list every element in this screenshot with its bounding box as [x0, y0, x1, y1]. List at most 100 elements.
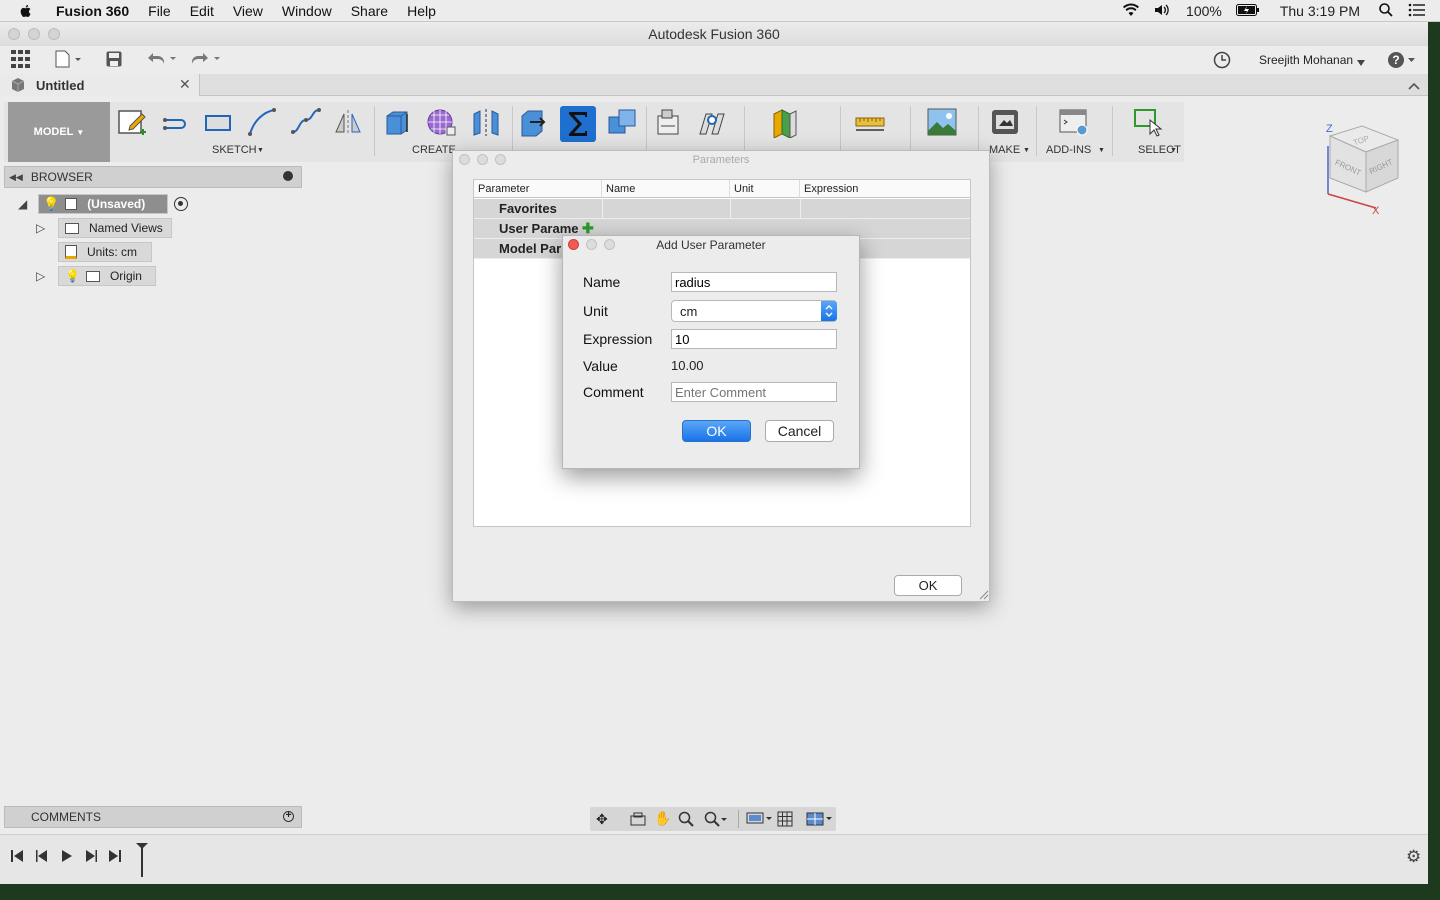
save-icon[interactable] [106, 51, 122, 70]
orbit-icon[interactable]: ✥ [596, 811, 608, 828]
job-status-clock-icon[interactable] [1213, 51, 1231, 72]
zoom-icon[interactable] [678, 811, 694, 830]
line-tool-icon[interactable] [159, 106, 191, 138]
workspace-switcher-model[interactable]: MODEL ▼ [8, 102, 110, 162]
root-component-chip[interactable]: 💡 (Unsaved) [38, 194, 168, 214]
go-to-start-icon[interactable] [10, 849, 24, 866]
user-account-menu[interactable]: Sreejith Mohanan [1259, 53, 1353, 67]
sketch-group-chevron-icon[interactable]: ▼ [257, 147, 264, 154]
spline-tool-icon[interactable] [290, 106, 322, 138]
menu-help[interactable]: Help [407, 3, 436, 19]
create-sketch-icon[interactable] [116, 106, 148, 138]
close-tab-icon[interactable]: ✕ [179, 76, 191, 93]
select-stepper-icon[interactable] [821, 301, 837, 321]
extrude-icon[interactable] [381, 106, 413, 138]
resize-grip-icon[interactable] [979, 589, 989, 603]
browser-root-row[interactable]: ◢ 💡 (Unsaved) [18, 194, 188, 214]
window-close-button[interactable] [8, 28, 20, 40]
pan-hand-icon[interactable]: ✋ [654, 810, 671, 827]
look-at-icon[interactable] [630, 812, 646, 829]
scripts-addins-icon[interactable] [1058, 106, 1090, 138]
undo-icon[interactable] [146, 52, 178, 69]
display-settings-icon[interactable] [746, 811, 774, 830]
data-panel-grid-icon[interactable] [11, 50, 31, 71]
3d-print-icon[interactable] [989, 106, 1021, 138]
menu-app-name[interactable]: Fusion 360 [56, 3, 129, 19]
named-views-chip[interactable]: Named Views [58, 218, 172, 238]
browser-minimize-icon[interactable] [283, 171, 293, 181]
make-group-label[interactable]: MAKE [989, 144, 1020, 156]
tree-collapsed-triangle-icon[interactable]: ▷ [36, 269, 58, 283]
play-icon[interactable] [60, 849, 74, 866]
grid-settings-icon[interactable] [777, 811, 793, 830]
view-cube[interactable]: TOP FRONT RIGHT Z X [1318, 116, 1408, 217]
menu-edit[interactable]: Edit [190, 3, 214, 19]
clock[interactable]: Thu 3:19 PM [1280, 3, 1360, 19]
spotlight-icon[interactable] [1378, 2, 1394, 21]
insert-image-icon[interactable] [926, 106, 958, 138]
select-chevron-icon[interactable]: ▼ [1170, 147, 1177, 154]
make-chevron-icon[interactable]: ▼ [1023, 147, 1030, 154]
addins-chevron-icon[interactable]: ▼ [1098, 147, 1105, 154]
tree-collapsed-triangle-icon[interactable]: ▷ [36, 221, 58, 235]
volume-icon[interactable] [1154, 3, 1172, 20]
aup-cancel-button[interactable]: Cancel [765, 420, 834, 442]
press-pull-icon[interactable] [518, 106, 550, 138]
wifi-icon[interactable] [1122, 3, 1140, 20]
fit-zoom-icon[interactable] [704, 811, 728, 830]
expression-field[interactable] [671, 329, 837, 349]
collapse-toolbar-chevron-icon[interactable] [1408, 79, 1420, 93]
addins-group-label[interactable]: ADD-INS [1046, 144, 1091, 156]
notification-center-icon[interactable] [1408, 3, 1426, 20]
step-back-icon[interactable] [35, 849, 49, 866]
menu-file[interactable]: File [148, 3, 171, 19]
sketch-group-label[interactable]: SKETCH [212, 144, 257, 156]
menu-window[interactable]: Window [282, 3, 332, 19]
create-group-label[interactable]: CREATE [412, 144, 456, 156]
arc-tool-icon[interactable] [246, 106, 278, 138]
form-sculpt-icon[interactable] [425, 106, 457, 138]
viewports-icon[interactable] [806, 811, 834, 830]
units-chip[interactable]: Units: cm [58, 242, 152, 262]
column-header-unit[interactable]: Unit [730, 180, 800, 198]
table-row-favorites[interactable]: Favorites [474, 199, 970, 219]
apple-icon[interactable] [18, 3, 34, 19]
offset-plane-icon[interactable] [768, 106, 800, 139]
browser-item-origin[interactable]: ▷ 💡 Origin [36, 266, 156, 286]
mirror-body-icon[interactable] [470, 106, 502, 138]
unit-select[interactable]: cm [671, 300, 837, 322]
parameters-ok-button[interactable]: OK [894, 575, 962, 596]
visibility-bulb-icon[interactable]: 💡 [43, 196, 59, 212]
change-parameters-sigma-icon[interactable] [560, 106, 596, 142]
joint-icon[interactable] [696, 106, 728, 138]
window-zoom-button[interactable] [48, 28, 60, 40]
go-to-end-icon[interactable] [108, 849, 122, 866]
measure-icon[interactable] [854, 106, 886, 138]
document-tab-untitled[interactable]: Untitled ✕ [0, 74, 200, 96]
collapse-browser-icon[interactable]: ◀◀ [9, 172, 23, 183]
visibility-bulb-off-icon[interactable]: 💡 [65, 269, 80, 283]
column-header-expression[interactable]: Expression [800, 180, 970, 198]
new-component-icon[interactable] [652, 106, 684, 138]
file-menu-icon[interactable] [55, 50, 83, 71]
select-tool-icon[interactable] [1132, 106, 1164, 138]
user-menu-chevron-icon[interactable] [1357, 55, 1365, 69]
column-header-parameter[interactable]: Parameter [474, 180, 602, 198]
menu-share[interactable]: Share [351, 3, 388, 19]
menu-view[interactable]: View [233, 3, 263, 19]
timeline-marker-icon[interactable] [136, 843, 148, 880]
tree-expanded-triangle-icon[interactable]: ◢ [18, 197, 38, 211]
comments-panel-header[interactable]: COMMENTS + [4, 806, 302, 828]
comment-field[interactable] [671, 382, 837, 402]
origin-chip[interactable]: 💡 Origin [58, 266, 156, 286]
name-field[interactable] [671, 272, 837, 292]
window-minimize-button[interactable] [28, 28, 40, 40]
help-icon[interactable]: ? [1388, 51, 1416, 72]
step-forward-icon[interactable] [84, 849, 98, 866]
column-header-name[interactable]: Name [602, 180, 730, 198]
redo-icon[interactable] [190, 52, 222, 69]
rectangle-tool-icon[interactable] [202, 106, 234, 138]
browser-item-named-views[interactable]: ▷ Named Views [36, 218, 172, 238]
aup-ok-button[interactable]: OK [682, 420, 751, 442]
add-comment-icon[interactable]: + [283, 811, 294, 822]
